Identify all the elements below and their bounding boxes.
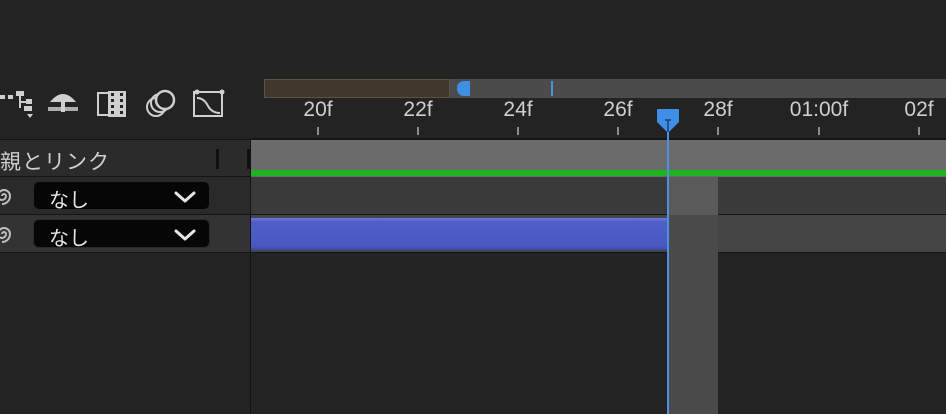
ruler-label: 24f [503,98,533,121]
time-navigator-current-time-marker [551,81,553,96]
ruler-label: 28f [703,98,733,121]
timeline-panel: 20f 22f 24f 26f 28f 01:00f 02f [251,0,946,414]
layer-track[interactable] [251,177,946,215]
ruler-label: 02f [904,98,934,121]
time-navigator-range[interactable] [264,79,450,98]
ruler-tick [717,127,719,135]
graph-editor-icon[interactable] [192,88,226,120]
pick-whip-icon[interactable] [0,222,18,246]
motion-blur-icon[interactable] [144,88,178,120]
column-header: 親とリンク [0,139,251,177]
ruler-tick [517,127,519,135]
ruler-tick [617,127,619,135]
layer-panel: 親とリンク なし なし [0,0,251,414]
column-resize-handle[interactable] [216,149,219,169]
frame-blending-icon[interactable] [95,88,129,120]
ruler-tick [818,127,820,135]
ruler-tick [918,127,920,135]
chevron-down-icon [174,229,196,241]
playhead-line[interactable] [667,119,669,414]
ruler-label: 26f [603,98,633,121]
chevron-down-icon [174,191,196,203]
parent-dropdown[interactable]: なし [33,219,210,250]
hierarchy-icon[interactable] [0,88,34,120]
parent-dropdown[interactable]: なし [33,181,210,212]
parent-dropdown-value: なし [49,190,89,212]
work-area-indicator [251,170,946,176]
ruler-tick [417,127,419,135]
shy-layers-icon[interactable] [46,88,80,120]
layer-duration-bar[interactable] [251,218,667,250]
ruler-label: 01:00f [789,98,849,121]
pick-whip-icon[interactable] [0,184,18,208]
time-navigator[interactable] [264,79,946,98]
ruler-label: 22f [403,98,433,121]
time-navigator-handle[interactable] [457,81,470,96]
parent-dropdown-value: なし [49,228,89,250]
parent-link-column-label: 親とリンク [0,151,110,174]
time-ruler[interactable]: 20f 22f 24f 26f 28f 01:00f 02f [251,98,946,139]
ruler-tick [317,127,319,135]
ruler-label: 20f [303,98,333,121]
layer-row[interactable]: なし [0,177,251,215]
layer-row[interactable]: なし [0,215,251,253]
playhead-handle[interactable] [656,108,680,134]
frame-highlight-column [668,177,718,215]
